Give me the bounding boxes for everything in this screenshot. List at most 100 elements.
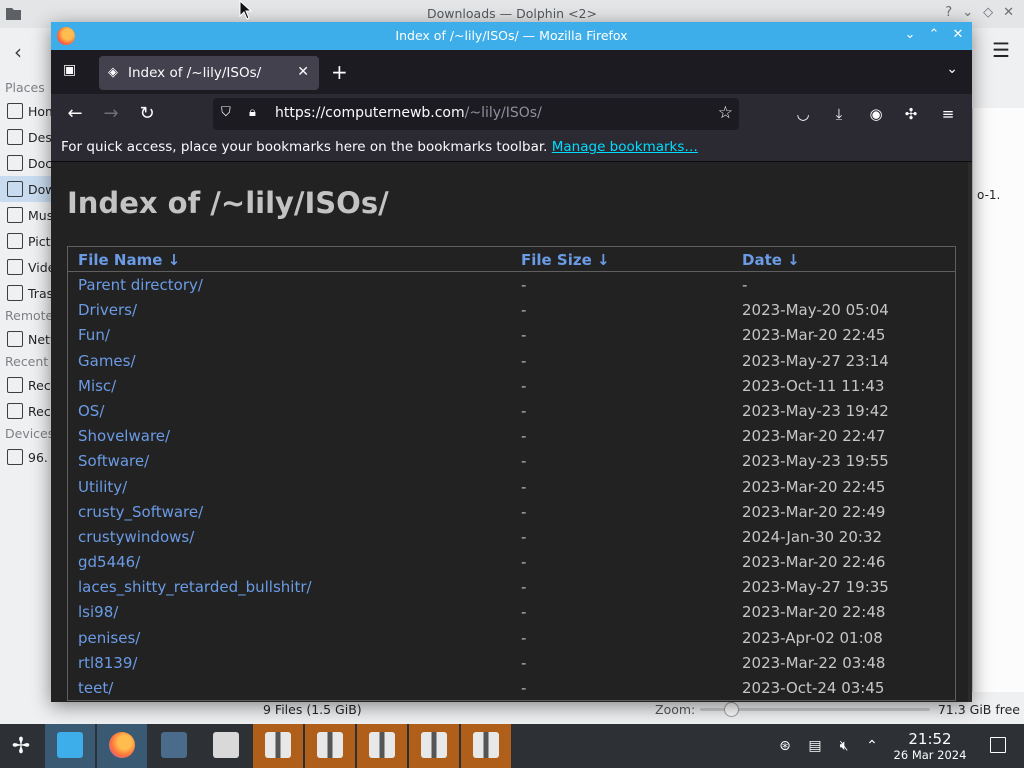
tracking-protection-icon[interactable]: ⛉ [221, 105, 237, 121]
places-item[interactable]: Pictures [0, 228, 52, 254]
column-header-size[interactable]: File Size ↓ [521, 251, 610, 269]
new-tab-icon[interactable]: + [331, 60, 348, 84]
places-item[interactable]: Recent Locations [0, 398, 52, 424]
directory-link[interactable]: rtl8139/ [78, 654, 137, 672]
show-desktop-icon[interactable] [990, 737, 1006, 753]
zoom-slider-handle[interactable] [724, 702, 739, 717]
bookmarks-toolbar: For quick access, place your bookmarks h… [51, 134, 972, 162]
places-item[interactable]: Videos [0, 254, 52, 280]
tray-expand-icon[interactable]: ⌃ [862, 736, 882, 756]
extensions-icon[interactable]: ✣ [899, 102, 923, 126]
places-item-label: Videos [28, 259, 52, 275]
places-item[interactable]: Downloads [0, 176, 52, 202]
table-row: Parent directory/ - - [68, 272, 955, 297]
directory-link[interactable]: Parent directory/ [78, 276, 203, 294]
list-all-tabs-icon[interactable]: ⌄ [946, 61, 958, 77]
dolphin-window-title: Downloads — Dolphin <2> [427, 6, 597, 21]
zoom-label: Zoom: [655, 702, 696, 717]
date-cell: 2023-Mar-20 22:45 [742, 326, 886, 345]
places-item[interactable]: Desktop [0, 124, 52, 150]
app-menu-icon[interactable]: ≡ [936, 102, 960, 126]
digital-clock[interactable]: 21:52 26 Mar 2024 [889, 730, 971, 762]
directory-link[interactable]: Software/ [78, 452, 149, 470]
close-tab-icon[interactable]: ✕ [297, 64, 309, 80]
app-task[interactable] [201, 724, 251, 768]
manage-bookmarks-link[interactable]: Manage bookmarks… [552, 139, 698, 155]
date-cell: 2023-Oct-11 11:43 [742, 376, 885, 395]
places-item[interactable]: Home [0, 98, 52, 124]
table-row: Misc/ - 2023-Oct-11 11:43 [68, 373, 955, 398]
directory-link[interactable]: OS/ [78, 402, 104, 420]
bookmark-star-icon[interactable]: ☆ [718, 103, 733, 123]
directory-link[interactable]: Shovelware/ [78, 427, 170, 445]
minimize-icon[interactable]: ⌄ [962, 5, 973, 20]
directory-link[interactable]: teet/ [78, 679, 113, 697]
tab-index-of-isos[interactable]: ◈ Index of /~lily/ISOs/ ✕ [99, 56, 319, 90]
table-row: Shovelware/ - 2023-Mar-20 22:47 [68, 423, 955, 448]
close-icon[interactable]: ✕ [950, 26, 966, 44]
file-size-cell: - [521, 452, 527, 471]
file-view[interactable]: o-1. [972, 108, 1024, 692]
dolphin-task[interactable] [45, 724, 95, 768]
places-section-heading: Devices [5, 426, 55, 441]
places-item[interactable]: 96. [0, 444, 52, 470]
recent-locations-icon [7, 403, 23, 419]
url-text[interactable]: https://computernewb.com/~lily/ISOs/ [275, 105, 542, 121]
directory-link[interactable]: crustywindows/ [78, 528, 194, 546]
minimize-icon[interactable]: ⌄ [902, 26, 918, 44]
maximize-icon[interactable]: ⌃ [926, 26, 942, 44]
firefox-task[interactable] [97, 724, 147, 768]
date-cell: 2023-May-23 19:42 [742, 401, 889, 420]
clipboard-icon[interactable]: ▤ [805, 736, 825, 756]
back-icon[interactable]: ‹ [14, 40, 22, 64]
archive-task-4[interactable] [409, 724, 459, 768]
settings-task[interactable] [149, 724, 199, 768]
archive-task-1[interactable] [253, 724, 303, 768]
archive-task-3[interactable] [357, 724, 407, 768]
firefox-view-icon[interactable]: ▣ [63, 62, 79, 78]
directory-link[interactable]: Misc/ [78, 377, 116, 395]
directory-link[interactable]: crusty_Software/ [78, 503, 203, 521]
volume-muted-icon[interactable]: 🔇︎ [834, 736, 854, 756]
file-item-label[interactable]: o-1. [977, 188, 1000, 202]
places-item[interactable]: Network [0, 326, 52, 352]
places-item-label: Home [28, 103, 52, 119]
column-header-name[interactable]: File Name ↓ [78, 251, 180, 269]
forward-icon[interactable]: → [99, 102, 123, 126]
lock-icon[interactable]: 🔒︎ [249, 105, 265, 121]
page-scrollbar[interactable] [968, 162, 972, 702]
column-header-date[interactable]: Date ↓ [742, 251, 800, 269]
directory-link[interactable]: Utility/ [78, 478, 127, 496]
archive-task-2[interactable] [305, 724, 355, 768]
back-icon[interactable]: ← [63, 102, 87, 126]
url-bar[interactable]: ⛉ 🔒︎ https://computernewb.com/~lily/ISOs… [213, 98, 739, 130]
directory-link[interactable]: penises/ [78, 629, 140, 647]
archive-task-5[interactable] [461, 724, 511, 768]
places-item[interactable]: Documents [0, 150, 52, 176]
app-icon [213, 732, 239, 758]
directory-link[interactable]: Drivers/ [78, 301, 137, 319]
zoom-slider[interactable] [700, 702, 930, 717]
places-item[interactable]: Music [0, 202, 52, 228]
file-size-cell: - [521, 679, 527, 697]
places-item[interactable]: Recent Files [0, 372, 52, 398]
directory-link[interactable]: gd5446/ [78, 553, 140, 571]
downloads-icon[interactable]: ⤓ [827, 102, 851, 126]
directory-link[interactable]: lsi98/ [78, 603, 118, 621]
maximize-icon[interactable]: ◇ [983, 5, 993, 20]
account-icon[interactable]: ◉ [864, 102, 888, 126]
directory-link[interactable]: Games/ [78, 352, 136, 370]
places-item[interactable]: Trash [0, 280, 52, 306]
updates-icon[interactable]: ⊛ [775, 736, 795, 756]
directory-link[interactable]: laces_shitty_retarded_bullshitr/ [78, 578, 312, 596]
archive-icon [473, 732, 499, 758]
help-icon[interactable]: ? [945, 5, 952, 20]
file-size-cell: - [521, 376, 527, 395]
directory-link[interactable]: Fun/ [78, 326, 110, 344]
pocket-icon[interactable]: ◡ [791, 102, 815, 126]
hamburger-menu-icon[interactable]: ☰ [992, 38, 1010, 62]
reload-icon[interactable]: ↻ [135, 102, 159, 126]
application-launcher-icon[interactable]: ✢ [6, 732, 36, 762]
close-icon[interactable]: ✕ [1003, 5, 1014, 20]
firefox-titlebar[interactable]: Index of /~lily/ISOs/ — Mozilla Firefox … [51, 22, 972, 50]
